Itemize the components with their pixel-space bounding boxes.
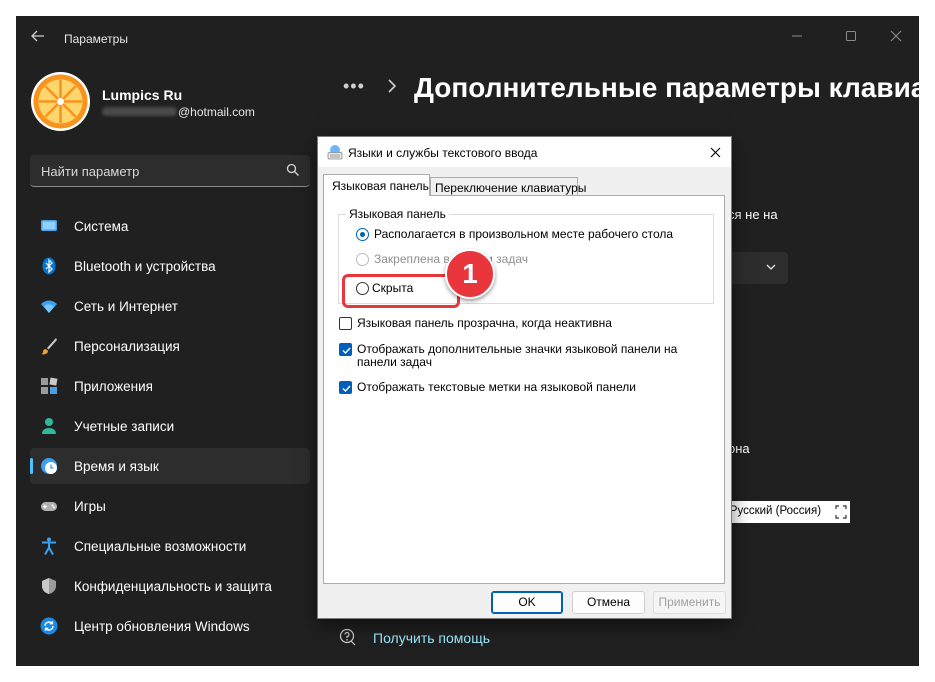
sidebar-item-system[interactable]: Система [30,208,310,244]
time-language-icon [40,457,58,475]
profile-email: @hotmail.com [178,105,255,119]
radio-docked[interactable] [356,253,369,266]
sidebar-item-accessibility[interactable]: Специальные возможности [30,528,310,564]
email-redacted [102,107,177,116]
sidebar-item-gaming[interactable]: Игры [30,488,310,524]
bluetooth-icon [40,257,58,275]
wifi-icon [40,297,58,315]
sidebar-item-accounts[interactable]: Учетные записи [30,408,310,444]
checkbox-transparent-label[interactable]: Языковая панель прозрачна, когда неактив… [357,316,612,330]
chevron-right-icon [386,78,398,94]
brush-icon [40,337,58,355]
radio-floating-label[interactable]: Располагается в произвольном месте рабоч… [374,227,673,241]
sidebar-nav: Система Bluetooth и устройства Сеть и Ин… [30,208,310,648]
checkbox-extra-icons-label-2[interactable]: панели задач [357,355,432,369]
apps-icon [40,377,58,395]
background-setting-text: ся не на [728,207,778,222]
back-arrow-icon[interactable] [30,28,46,44]
text-input-services-dialog: Языки и службы текстового ввода Языковая… [317,136,732,619]
checkbox-extra-icons-label[interactable]: Отображать дополнительные значки языково… [357,342,677,356]
tab-keyboard-switch[interactable]: Переключение клавиатуры [430,177,586,196]
update-icon [40,617,58,635]
apply-button[interactable]: Применить [653,591,726,614]
help-icon[interactable] [339,628,357,651]
person-icon [40,417,58,435]
ok-button[interactable]: OK [491,591,563,614]
search-icon[interactable] [286,163,300,182]
gamepad-icon [40,497,58,515]
checkbox-text-labels[interactable] [339,381,352,394]
search-placeholder: Найти параметр [41,164,140,179]
window-title: Параметры [64,32,128,46]
checkbox-text-labels-label[interactable]: Отображать текстовые метки на языковой п… [357,380,636,394]
search-input[interactable]: Найти параметр [30,155,310,187]
breadcrumb-more[interactable]: ••• [343,76,365,97]
checkbox-extra-icons[interactable] [339,343,352,356]
close-button[interactable] [873,22,919,50]
maximize-button[interactable] [828,22,874,50]
accessibility-icon [40,537,58,555]
sidebar-item-network[interactable]: Сеть и Интернет [30,288,310,324]
help-link[interactable]: Получить помощь [373,630,490,646]
avatar[interactable] [31,72,90,131]
highlight-frame [342,274,460,308]
cancel-button[interactable]: Отмена [572,591,645,614]
sidebar-item-time-language[interactable]: Время и язык [30,448,310,484]
page-title: Дополнительные параметры клавиа [414,72,919,103]
sidebar-item-bluetooth[interactable]: Bluetooth и устройства [30,248,310,284]
tab-language-bar[interactable]: Языковая панель [323,174,430,196]
sidebar-item-personalization[interactable]: Персонализация [30,328,310,364]
dialog-title: Языки и службы текстового ввода [348,146,538,160]
dialog-close-button[interactable] [703,141,727,163]
sidebar-item-windows-update[interactable]: Центр обновления Windows [30,608,310,644]
step-badge: 1 [445,249,495,299]
title-bar: Параметры [16,16,919,60]
shield-icon [40,577,58,595]
sidebar-item-apps[interactable]: Приложения [30,368,310,404]
minimize-button[interactable] [774,22,820,50]
sidebar-item-privacy[interactable]: Конфиденциальность и защита [30,568,310,604]
checkbox-transparent[interactable] [339,317,352,330]
profile-name: Lumpics Ru [102,87,183,103]
group-label: Языковая панель [346,207,449,221]
restore-icon[interactable] [835,505,847,524]
keyboard-globe-icon [327,144,343,163]
tab-panel: Языковая панель Располагается в произвол… [323,195,725,584]
orange-avatar-icon [33,74,88,129]
system-icon [40,217,58,235]
radio-floating[interactable] [356,228,369,241]
dialog-title-bar: Языки и службы текстового ввода [318,137,731,167]
input-method-dropdown[interactable] [728,252,788,284]
